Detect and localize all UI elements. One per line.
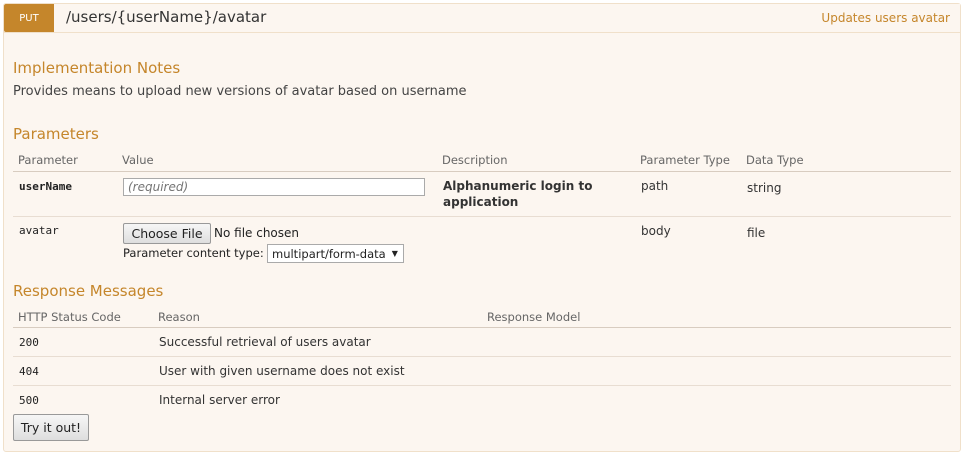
resp-col-status-code: HTTP Status Code <box>18 310 121 324</box>
resp-reason-200: Successful retrieval of users avatar <box>159 335 371 349</box>
param-col-parameter: Parameter <box>18 153 78 167</box>
resp-reason-500: Internal server error <box>159 393 280 407</box>
operation-header[interactable]: PUT /users/{userName}/avatar Updates use… <box>4 4 960 33</box>
parameters-heading: Parameters <box>13 125 99 143</box>
resp-code-404: 404 <box>19 365 39 378</box>
param-col-description: Description <box>442 153 508 167</box>
param-description-username: Alphanumeric login to application <box>443 179 593 209</box>
resp-col-reason: Reason <box>158 310 200 324</box>
param-type-username: path <box>641 179 669 193</box>
resp-col-response-model: Response Model <box>487 310 581 324</box>
data-type-avatar: file <box>747 226 766 240</box>
param-name-avatar: avatar <box>19 224 59 237</box>
chevron-down-icon: ▼ <box>391 249 398 258</box>
resp-header-divider <box>13 327 951 328</box>
http-method-badge[interactable]: PUT <box>4 4 54 32</box>
resp-code-500: 500 <box>19 394 39 407</box>
file-status-text: No file chosen <box>214 226 300 240</box>
param-type-avatar: body <box>641 224 671 238</box>
param-name-username: userName <box>19 180 72 193</box>
content-type-value: multipart/form-data <box>272 246 386 261</box>
param-row-divider <box>13 216 951 217</box>
param-col-value: Value <box>122 153 154 167</box>
param-col-data-type: Data Type <box>746 153 804 167</box>
resp-row-divider <box>13 385 951 386</box>
content-type-select[interactable]: multipart/form-data ▼ <box>267 244 404 263</box>
resp-reason-404: User with given username does not exist <box>159 364 405 378</box>
content-type-label: Parameter content type: <box>123 246 264 260</box>
response-messages-heading: Response Messages <box>13 282 164 300</box>
resp-code-200: 200 <box>19 336 39 349</box>
implementation-notes-heading: Implementation Notes <box>13 59 181 77</box>
username-input[interactable] <box>123 178 425 196</box>
operation-summary[interactable]: Updates users avatar <box>821 11 950 25</box>
param-col-parameter-type: Parameter Type <box>640 153 730 167</box>
data-type-username: string <box>747 181 782 195</box>
endpoint-path[interactable]: /users/{userName}/avatar <box>66 8 266 26</box>
operation-content: Implementation Notes Provides means to u… <box>4 33 960 451</box>
try-it-out-button[interactable]: Try it out! <box>13 414 89 441</box>
resp-row-divider <box>13 356 951 357</box>
param-header-divider <box>13 171 951 172</box>
operation-panel: PUT /users/{userName}/avatar Updates use… <box>3 3 961 452</box>
implementation-notes-text: Provides means to upload new versions of… <box>13 84 467 99</box>
choose-file-button[interactable]: Choose File <box>123 223 211 244</box>
